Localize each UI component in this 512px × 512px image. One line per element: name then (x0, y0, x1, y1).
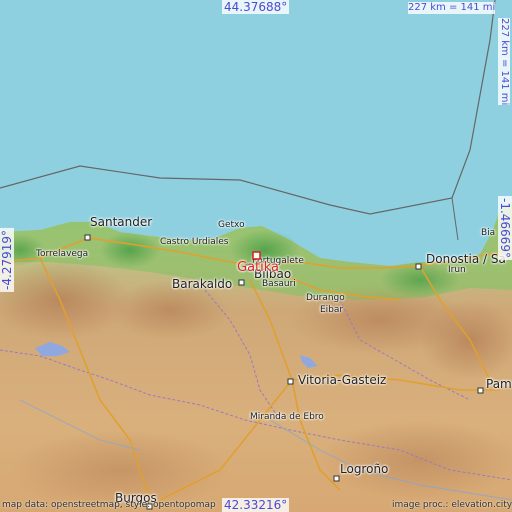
map-view[interactable]: Santander Torrelavega Castro Urdiales Ge… (0, 0, 512, 512)
pamplona-dot (477, 387, 484, 394)
donostia-dot (415, 263, 422, 270)
marker-label-gatika: Gatika (237, 260, 280, 275)
attribution-image-proc: image proc.: elevation.city (392, 500, 512, 510)
scale-right: 227 km = 141 mi (498, 18, 510, 106)
coord-bottom: 42.33216° (222, 498, 290, 512)
gatika-marker (252, 251, 261, 260)
city-markers (84, 234, 484, 510)
attribution-map-data: map data: openstreetmap, style: opentopo… (2, 500, 216, 510)
santander-dot (84, 234, 91, 241)
vitoria-dot (287, 378, 294, 385)
coord-right: -1.46669° (498, 196, 512, 260)
logrono-dot (333, 475, 340, 482)
coord-left: -4.27919° (0, 228, 14, 292)
coord-top: 44.37688° (222, 0, 290, 14)
scale-top: 227 km = 141 mi (408, 2, 496, 14)
barakaldo-dot (238, 279, 245, 286)
